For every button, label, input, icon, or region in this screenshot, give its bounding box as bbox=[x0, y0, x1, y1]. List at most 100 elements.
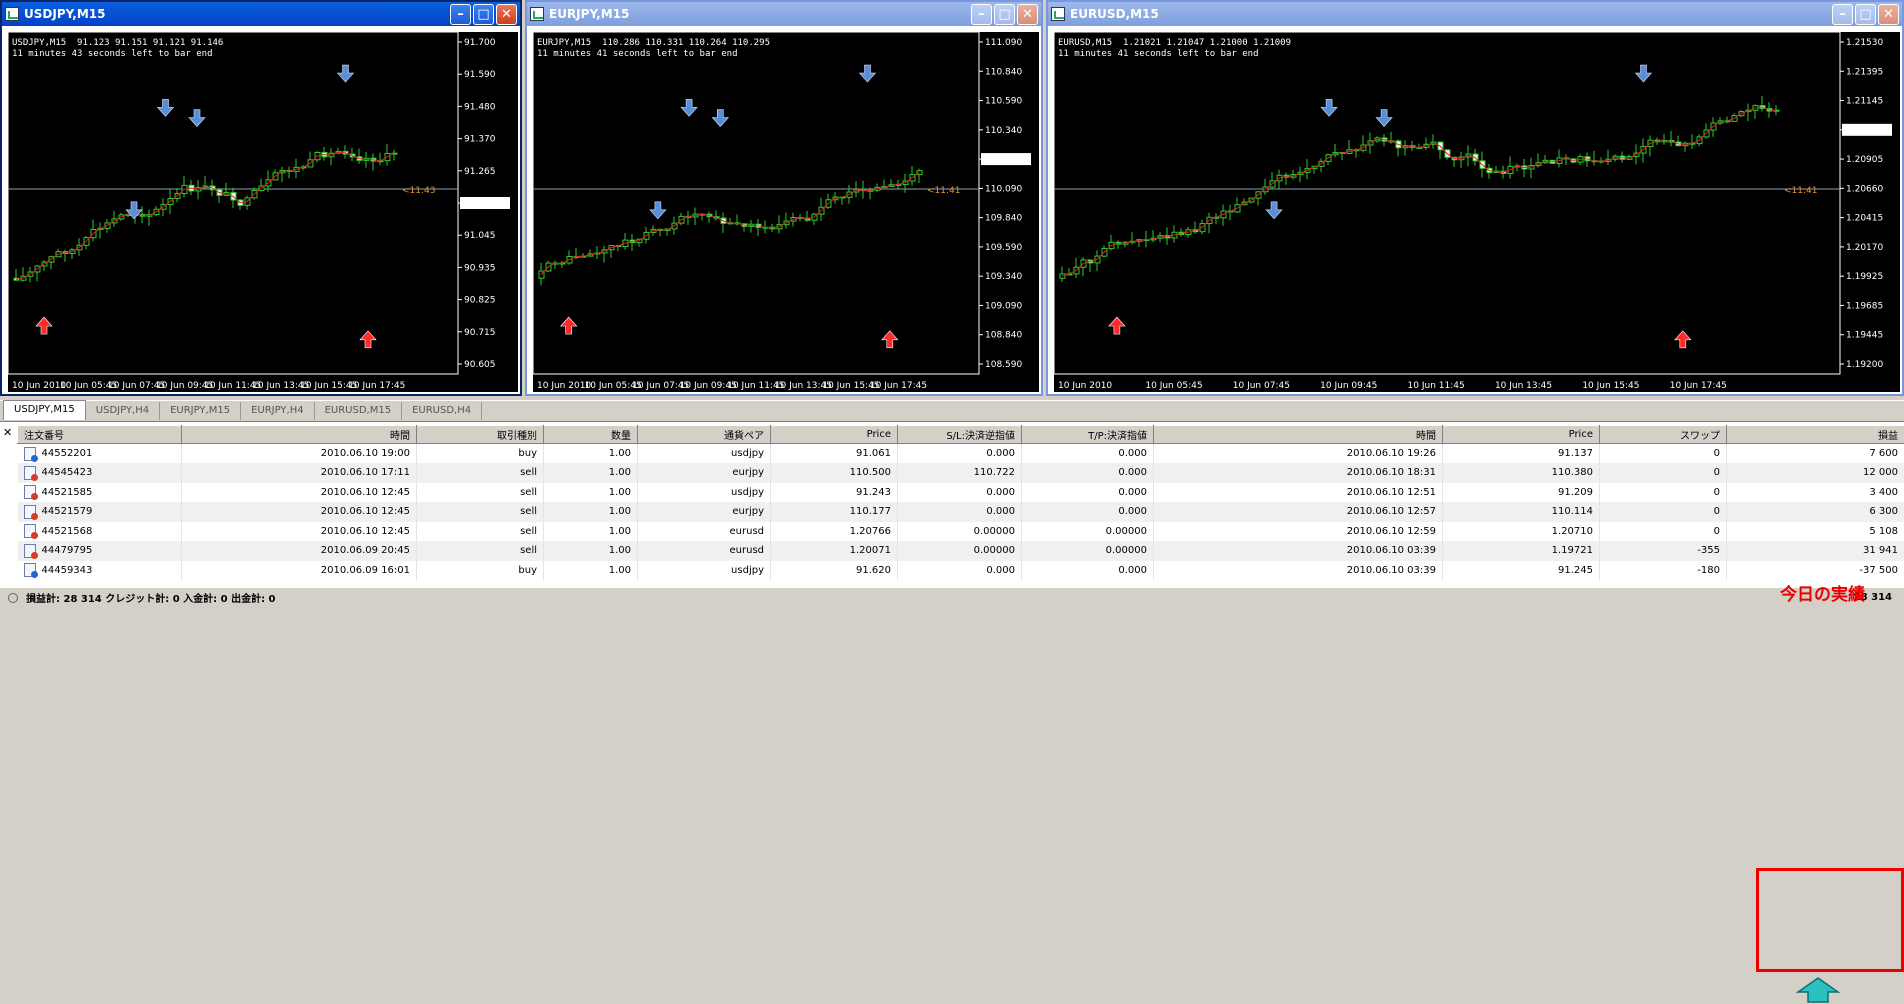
maximize-button[interactable]: □ bbox=[473, 4, 494, 25]
minimize-button[interactable]: – bbox=[1832, 4, 1853, 25]
terminal-panel: ✕ 注文番号 時間 取引種別 数量 通貨ペア Price S/L:決済逆指値 T… bbox=[0, 421, 1904, 607]
window-titlebar[interactable]: EURUSD,M15 – □ ✕ bbox=[1048, 2, 1902, 26]
highlight-box bbox=[1756, 868, 1904, 972]
close-button[interactable]: ✕ bbox=[1878, 4, 1899, 25]
col-type[interactable]: 取引種別 bbox=[417, 426, 544, 444]
cell-type: sell bbox=[417, 483, 544, 503]
minimize-button[interactable]: – bbox=[971, 4, 992, 25]
col-order-id[interactable]: 注文番号 bbox=[18, 426, 182, 444]
col-close-time[interactable]: 時間 bbox=[1154, 426, 1443, 444]
cell-open-time: 2010.06.10 12:45 bbox=[182, 502, 417, 522]
price-chart[interactable]: 1.215301.213951.211451.210091.209051.206… bbox=[1054, 32, 1900, 392]
tab-eurusd-m15[interactable]: EURUSD,M15 bbox=[315, 402, 402, 420]
window-title: EURJPY,M15 bbox=[549, 7, 969, 21]
col-take-profit[interactable]: T/P:決済指値 bbox=[1022, 426, 1154, 444]
price-label: 109.590 bbox=[985, 243, 1022, 253]
panel-close-icon[interactable]: ✕ bbox=[3, 426, 12, 439]
tab-eurjpy-m15[interactable]: EURJPY,M15 bbox=[160, 402, 241, 420]
table-row[interactable]: 445215852010.06.10 12:45sell1.00usdjpy91… bbox=[18, 483, 1904, 503]
sell-signal-arrow-icon bbox=[681, 99, 697, 116]
table-row[interactable]: 445215792010.06.10 12:45sell1.00eurjpy11… bbox=[18, 502, 1904, 522]
tab-eurjpy-h4[interactable]: EURJPY,H4 bbox=[241, 402, 315, 420]
col-stop-loss[interactable]: S/L:決済逆指値 bbox=[898, 426, 1022, 444]
maximize-button[interactable]: □ bbox=[994, 4, 1015, 25]
cell-close-price: 1.19721 bbox=[1443, 541, 1600, 561]
price-label: 110.340 bbox=[985, 126, 1022, 136]
table-row[interactable]: 445215682010.06.10 12:45sell1.00eurusd1.… bbox=[18, 522, 1904, 542]
col-profit[interactable]: 損益 bbox=[1727, 426, 1904, 444]
cell-volume: 1.00 bbox=[544, 502, 638, 522]
col-close-price[interactable]: Price bbox=[1443, 426, 1600, 444]
col-volume[interactable]: 数量 bbox=[544, 426, 638, 444]
price-label: 1.21530 bbox=[1846, 38, 1883, 48]
time-label: 10 Jun 2010 bbox=[12, 381, 66, 391]
table-row[interactable]: 444797952010.06.09 20:45sell1.00eurusd1.… bbox=[18, 541, 1904, 561]
cell-close-price: 110.380 bbox=[1443, 463, 1600, 483]
buy-signal-arrow-icon bbox=[360, 331, 376, 348]
time-label: 10 Jun 17:45 bbox=[1670, 381, 1727, 391]
chart-info: EURUSD,M15 1.21021 1.21047 1.21000 1.210… bbox=[1058, 38, 1291, 60]
price-chart[interactable]: 91.70091.59091.48091.37091.26591.14691.0… bbox=[8, 32, 518, 392]
cell-swap: 0 bbox=[1600, 483, 1727, 503]
col-swap[interactable]: スワップ bbox=[1600, 426, 1727, 444]
price-label: 109.090 bbox=[985, 301, 1022, 311]
sell-signal-arrow-icon bbox=[1376, 110, 1392, 127]
chart-window-eurjpy[interactable]: EURJPY,M15 – □ ✕ 111.090110.840110.59011… bbox=[525, 0, 1043, 396]
candlestick-chart-svg: 111.090110.840110.590110.340110.295110.0… bbox=[533, 32, 1039, 392]
price-label: 90.605 bbox=[464, 360, 496, 370]
cell-close-price: 1.20710 bbox=[1443, 522, 1600, 542]
chart-window-eurusd[interactable]: EURUSD,M15 – □ ✕ 1.215301.213951.211451.… bbox=[1046, 0, 1904, 396]
chart-window-usdjpy[interactable]: USDJPY,M15 – □ ✕ 91.70091.59091.48091.37… bbox=[0, 0, 522, 396]
time-label: 10 Jun 2010 bbox=[1058, 381, 1112, 391]
order-icon bbox=[24, 447, 36, 461]
cell-open-price: 91.620 bbox=[771, 561, 898, 581]
chart-countdown-label: 11 minutes 43 seconds left to bar end bbox=[12, 49, 223, 60]
status-icon bbox=[8, 593, 18, 603]
chart-ohlc-label: USDJPY,M15 91.123 91.151 91.121 91.146 bbox=[12, 38, 223, 49]
table-row[interactable]: 445454232010.06.10 17:11sell1.00eurjpy11… bbox=[18, 463, 1904, 483]
cell-symbol: eurusd bbox=[638, 541, 771, 561]
close-button[interactable]: ✕ bbox=[496, 4, 517, 25]
tab-usdjpy-h4[interactable]: USDJPY,H4 bbox=[86, 402, 160, 420]
col-symbol[interactable]: 通貨ペア bbox=[638, 426, 771, 444]
cell-close-time: 2010.06.10 12:59 bbox=[1154, 522, 1443, 542]
cell-close-price: 91.209 bbox=[1443, 483, 1600, 503]
price-label: 108.840 bbox=[985, 331, 1022, 341]
window-titlebar[interactable]: EURJPY,M15 – □ ✕ bbox=[527, 2, 1041, 26]
order-icon bbox=[24, 505, 36, 519]
cell-volume: 1.00 bbox=[544, 561, 638, 581]
table-row[interactable]: 445522012010.06.10 19:00buy1.00usdjpy91.… bbox=[18, 444, 1904, 464]
cell-take-profit: 0.000 bbox=[1022, 561, 1154, 581]
table-row[interactable]: 444593432010.06.09 16:01buy1.00usdjpy91.… bbox=[18, 561, 1904, 581]
price-label: 108.590 bbox=[985, 360, 1022, 370]
price-chart[interactable]: 111.090110.840110.590110.340110.295110.0… bbox=[533, 32, 1039, 392]
price-label: 91.480 bbox=[464, 102, 496, 112]
price-label: 1.20415 bbox=[1846, 214, 1883, 224]
cell-profit: 6 300 bbox=[1727, 502, 1904, 522]
window-titlebar[interactable]: USDJPY,M15 – □ ✕ bbox=[2, 2, 520, 26]
order-id-text: 44521579 bbox=[42, 506, 93, 517]
window-title: USDJPY,M15 bbox=[24, 7, 448, 21]
cell-stop-loss: 110.722 bbox=[898, 463, 1022, 483]
cell-stop-loss: 0.00000 bbox=[898, 541, 1022, 561]
minimize-button[interactable]: – bbox=[450, 4, 471, 25]
cell-volume: 1.00 bbox=[544, 541, 638, 561]
tab-eurusd-h4[interactable]: EURUSD,H4 bbox=[402, 402, 482, 420]
cell-order-id: 44459343 bbox=[18, 561, 182, 581]
annotation-label: 今日の実績 bbox=[1780, 580, 1865, 605]
cell-stop-loss: 0.000 bbox=[898, 483, 1022, 503]
cell-symbol: eurjpy bbox=[638, 463, 771, 483]
close-button[interactable]: ✕ bbox=[1017, 4, 1038, 25]
time-label: 10 Jun 2010 bbox=[537, 381, 591, 391]
order-id-text: 44479795 bbox=[42, 545, 93, 556]
tab-usdjpy-m15[interactable]: USDJPY,M15 bbox=[3, 400, 86, 420]
col-open-price[interactable]: Price bbox=[771, 426, 898, 444]
cell-open-time: 2010.06.10 17:11 bbox=[182, 463, 417, 483]
price-label: 90.935 bbox=[464, 263, 496, 273]
order-icon bbox=[24, 466, 36, 480]
sell-signal-arrow-icon bbox=[1636, 65, 1652, 82]
plot-frame bbox=[533, 32, 979, 374]
chart-ohlc-label: EURUSD,M15 1.21021 1.21047 1.21000 1.210… bbox=[1058, 38, 1291, 49]
col-open-time[interactable]: 時間 bbox=[182, 426, 417, 444]
maximize-button[interactable]: □ bbox=[1855, 4, 1876, 25]
